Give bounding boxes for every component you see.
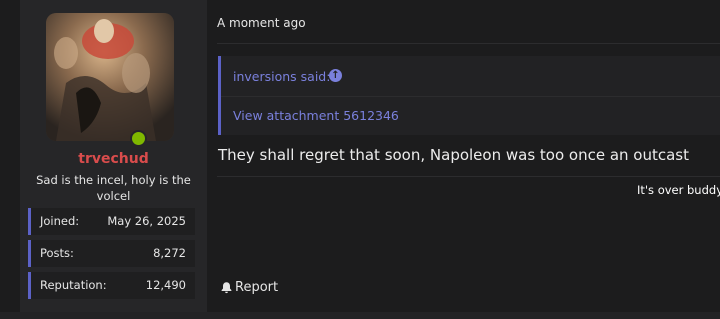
attachment-link[interactable]: View attachment 5612346 [233,108,399,123]
stat-posts: Posts: 8,272 [28,240,195,267]
quote-author-link[interactable]: inversions said: [233,69,330,84]
bottom-bar [0,312,720,319]
stat-value: 12,490 [145,278,186,292]
report-button[interactable]: Report [220,280,278,295]
stat-label: Joined: [40,214,80,228]
post-body: A moment ago inversions said: ↑ View att… [207,0,720,312]
stat-label: Posts: [40,246,74,260]
bell-icon [221,282,232,294]
divider [217,176,720,177]
user-title: Sad is the incel, holy is the volcel [36,173,191,203]
post-message: They shall regret that soon, Napoleon wa… [218,146,690,164]
stat-value: May 26, 2025 [107,214,186,228]
signature: It's over buddy I [637,183,720,197]
online-status-indicator [130,130,147,147]
avatar-image [46,13,174,141]
quote-block: inversions said: ↑ View attachment 56123… [218,56,720,135]
stat-reputation: Reputation: 12,490 [28,272,195,299]
divider [217,43,720,44]
stat-value: 8,272 [153,246,186,260]
stat-label: Reputation: [40,278,107,292]
divider [221,96,720,97]
username[interactable]: trvechud [20,151,207,167]
avatar[interactable] [46,13,174,141]
report-label: Report [235,280,279,295]
stat-joined: Joined: May 26, 2025 [28,208,195,235]
post-timestamp[interactable]: A moment ago [217,16,306,30]
user-panel: trvechud Sad is the incel, holy is the v… [20,0,207,312]
arrow-up-icon[interactable]: ↑ [329,69,342,82]
